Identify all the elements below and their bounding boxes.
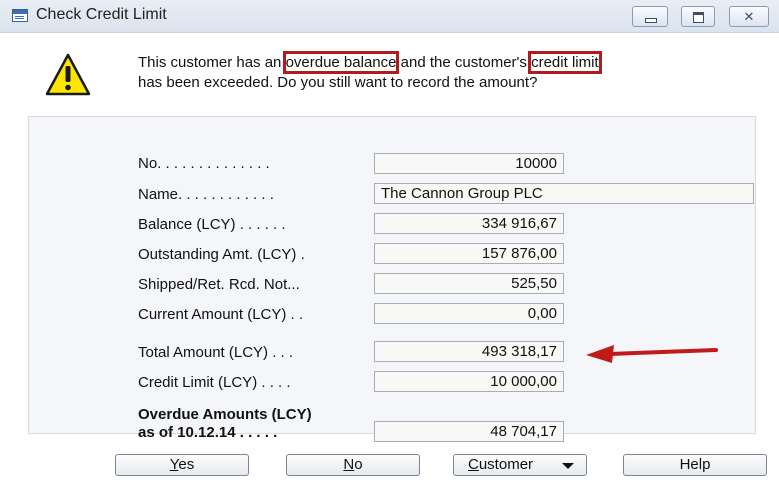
dropdown-caret-icon	[562, 463, 574, 469]
balance-label: Balance (LCY) . . . . . .	[138, 216, 286, 233]
balance-value: 334 916,67	[374, 213, 564, 234]
message-text: This customer has an	[138, 54, 286, 71]
message-line-1: This customer has an overdue balance and…	[138, 51, 602, 74]
no-accesskey: N	[343, 456, 355, 473]
no-label: o	[354, 456, 363, 473]
close-button[interactable]: ✕	[729, 6, 769, 27]
window-title: Check Credit Limit	[36, 6, 167, 23]
outstanding-amt-value: 157 876,00	[374, 243, 564, 264]
total-amount-value: 493 318,17	[374, 341, 564, 362]
customer-button[interactable]: Customer	[453, 454, 587, 476]
no-label: No. . . . . . . . . . . . . .	[138, 155, 270, 172]
credit-limit-highlight: credit limit	[528, 51, 602, 74]
overdue-amounts-label: Overdue Amounts (LCY)	[138, 406, 312, 423]
name-label: Name. . . . . . . . . . . .	[138, 186, 274, 203]
minimize-button[interactable]	[632, 6, 668, 27]
title-bar: Check Credit Limit ✕	[0, 0, 779, 33]
window-icon	[12, 9, 28, 22]
message-line-2: has been exceeded. Do you still want to …	[138, 74, 538, 91]
red-arrow-annotation	[586, 345, 718, 363]
current-amount-label: Current Amount (LCY) . .	[138, 306, 304, 323]
warning-icon	[45, 53, 91, 96]
yes-button[interactable]: Yes	[115, 454, 249, 476]
help-button[interactable]: Help	[623, 454, 767, 476]
no-value: 10000	[374, 153, 564, 174]
credit-limit-value: 10 000,00	[374, 371, 564, 392]
overdue-amounts-value: 48 704,17	[374, 421, 564, 442]
yes-label: es	[178, 456, 195, 473]
credit-limit-label: Credit Limit (LCY) . . . .	[138, 374, 291, 391]
maximize-button[interactable]	[681, 6, 715, 27]
total-amount-label: Total Amount (LCY) . . .	[138, 344, 294, 361]
customer-accesskey: C	[468, 456, 479, 473]
message-text: and the customer's	[396, 54, 532, 71]
close-icon: ✕	[743, 9, 755, 24]
overdue-balance-highlight: overdue balance	[282, 51, 400, 74]
shipped-not-invoiced-label: Shipped/Ret. Rcd. Not...	[138, 276, 300, 293]
overdue-as-of-label: as of 10.12.14 . . . . .	[138, 424, 278, 441]
customer-label: ustomer	[478, 456, 534, 473]
outstanding-amt-label: Outstanding Amt. (LCY) .	[138, 246, 305, 263]
no-button[interactable]: No	[286, 454, 420, 476]
shipped-not-invoiced-value: 525,50	[374, 273, 564, 294]
name-value: The Cannon Group PLC	[374, 183, 754, 204]
current-amount-value: 0,00	[374, 303, 564, 324]
